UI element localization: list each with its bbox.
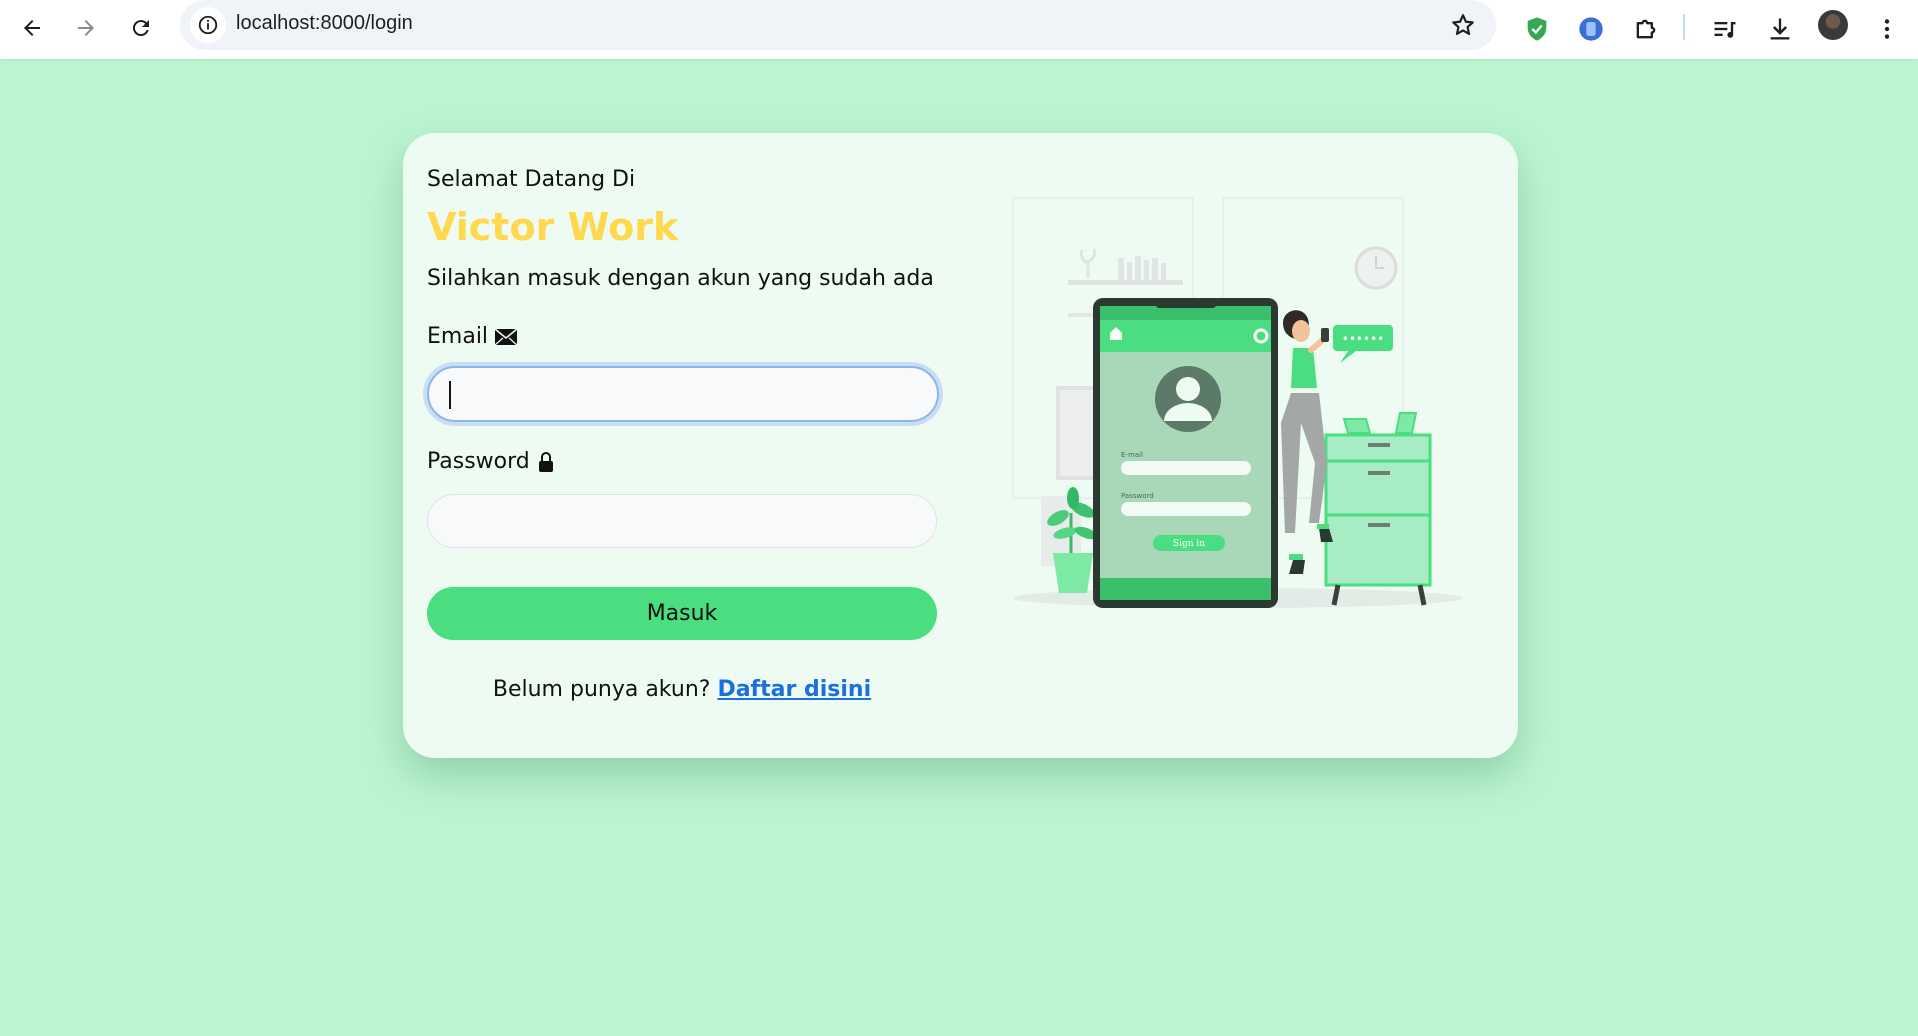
browser-toolbar: localhost:8000/login bbox=[0, 0, 1918, 59]
reload-icon[interactable] bbox=[121, 8, 161, 48]
download-icon[interactable] bbox=[1760, 9, 1800, 49]
lock-icon bbox=[538, 451, 554, 473]
login-card: Selamat Datang Di Victor Work Silahkan m… bbox=[403, 133, 1518, 758]
shield-extension-icon[interactable] bbox=[1517, 9, 1557, 49]
illus-email-label: E-mail bbox=[1121, 451, 1143, 459]
books-icon bbox=[1118, 256, 1166, 280]
signup-prompt: Belum punya akun? Daftar disini bbox=[427, 677, 937, 702]
puzzle-extensions-icon[interactable] bbox=[1626, 9, 1666, 49]
bookmark-star-icon[interactable] bbox=[1450, 12, 1476, 42]
login-illustration: E-mail Password Sign in •••••• bbox=[1012, 197, 1463, 608]
cabinet-icon bbox=[1324, 412, 1432, 606]
email-label-text: Email bbox=[427, 324, 489, 349]
masuk-button[interactable]: Masuk bbox=[427, 587, 937, 640]
site-info-icon[interactable] bbox=[190, 7, 226, 43]
more-menu-icon[interactable] bbox=[1867, 9, 1907, 49]
envelope-icon bbox=[494, 327, 518, 346]
back-arrow-icon[interactable] bbox=[12, 8, 52, 48]
media-control-icon[interactable] bbox=[1705, 9, 1745, 49]
password-label: Password bbox=[427, 449, 554, 474]
chat-bubble-dots: •••••• bbox=[1342, 332, 1384, 346]
brand-title: Victor Work bbox=[427, 205, 679, 249]
shelf bbox=[1068, 280, 1183, 285]
forward-arrow-icon[interactable] bbox=[66, 8, 106, 48]
profile-avatar[interactable] bbox=[1818, 10, 1848, 40]
welcome-text: Selamat Datang Di bbox=[427, 167, 636, 192]
chat-bubble-icon: •••••• bbox=[1333, 325, 1393, 363]
url-text[interactable]: localhost:8000/login bbox=[236, 12, 413, 35]
signup-prompt-text: Belum punya akun? bbox=[492, 677, 711, 702]
shelf-plant-icon bbox=[1079, 248, 1097, 278]
phone-mockup: E-mail Password Sign in bbox=[1093, 298, 1278, 608]
email-label: Email bbox=[427, 324, 518, 349]
password-field[interactable] bbox=[427, 494, 937, 548]
login-subtitle: Silahkan masuk dengan akun yang sudah ad… bbox=[427, 266, 934, 291]
illus-password-label: Password bbox=[1121, 492, 1154, 500]
toolbar-divider bbox=[1683, 14, 1685, 40]
signup-link[interactable]: Daftar disini bbox=[717, 677, 871, 702]
password-label-text: Password bbox=[427, 449, 530, 474]
illus-sign-in-label: Sign in bbox=[1173, 539, 1205, 549]
address-bar[interactable]: localhost:8000/login bbox=[180, 0, 1496, 50]
text-caret bbox=[449, 381, 451, 409]
blue-extension-icon[interactable] bbox=[1571, 9, 1611, 49]
email-field[interactable] bbox=[427, 366, 939, 422]
